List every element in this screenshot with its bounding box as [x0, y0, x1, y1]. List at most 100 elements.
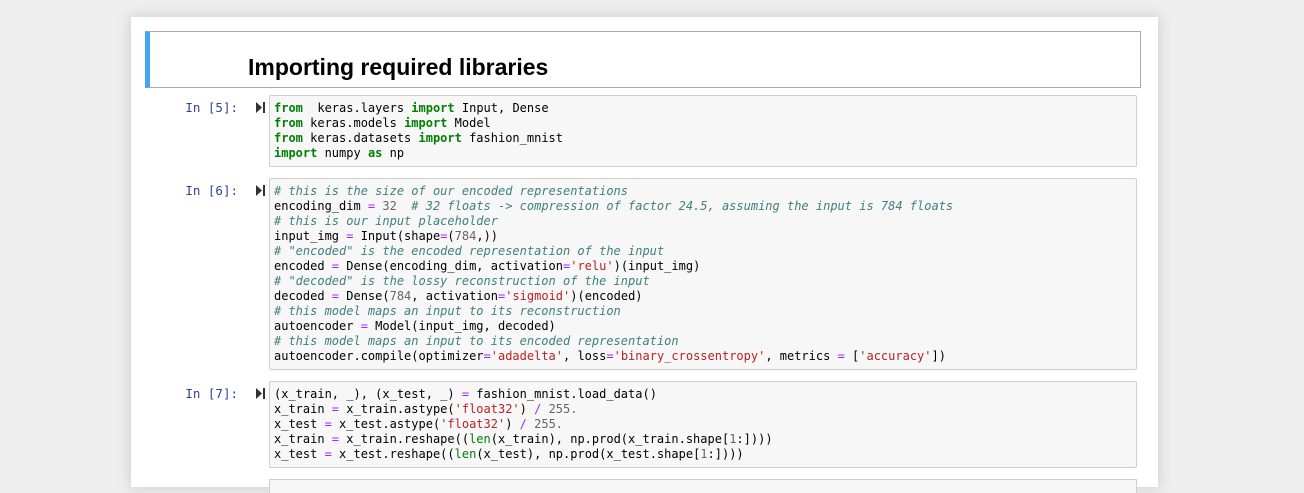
- code-input-area[interactable]: from keras.layers import Input, Dense fro…: [269, 95, 1137, 167]
- code-token: np: [382, 146, 405, 160]
- code-token: keras.models: [302, 116, 405, 130]
- code-token: len: [454, 447, 477, 461]
- run-cell-icon[interactable]: [255, 388, 265, 399]
- code-line: # this model maps an input to its encode…: [274, 334, 1132, 349]
- next-code-cell[interactable]: [269, 479, 1137, 493]
- code-token: )(encoded): [570, 289, 643, 303]
- code-token: (x_test), np.prod(x_test.shape[: [476, 447, 701, 461]
- code-token: =: [837, 349, 845, 363]
- code-input-area[interactable]: (x_train, _), (x_test, _) = fashion_mnis…: [269, 381, 1137, 468]
- code-token: x_train.astype(: [339, 402, 455, 416]
- code-token: # this is the size of our encoded repres…: [274, 184, 629, 198]
- code-token: :]))): [707, 447, 744, 461]
- code-token: Model(input_img, decoded): [367, 319, 556, 333]
- code-token: (: [447, 229, 455, 243]
- code-token: autoencoder.compile(optimizer: [274, 349, 484, 363]
- code-line: # "decoded" is the lossy reconstruction …: [274, 274, 1132, 289]
- code-token: ]): [931, 349, 946, 363]
- code-token: # "encoded" is the encoded representatio…: [274, 244, 665, 258]
- code-token: import: [411, 101, 455, 115]
- code-token: /: [519, 417, 527, 431]
- code-token: =: [483, 349, 491, 363]
- code-token: Model: [447, 116, 491, 130]
- code-token: 1: [700, 447, 708, 461]
- code-input-area[interactable]: # this is the size of our encoded repres…: [269, 178, 1137, 370]
- code-token: keras.layers: [302, 101, 412, 115]
- run-cell-icon[interactable]: [255, 102, 265, 113]
- code-token: import: [418, 131, 462, 145]
- code-token: 'accuracy': [859, 349, 932, 363]
- code-token: from: [274, 116, 303, 130]
- code-token: encoding_dim: [274, 199, 368, 213]
- code-token: decoded: [274, 289, 332, 303]
- code-token: 'binary_crossentropy': [613, 349, 766, 363]
- cell-prompt: In [6]:: [185, 183, 238, 198]
- code-line: from keras.datasets import fashion_mnist: [274, 131, 1132, 146]
- code-token: import: [404, 116, 448, 130]
- code-token: keras.datasets: [302, 131, 419, 145]
- code-line: # this is our input placeholder: [274, 214, 1132, 229]
- code-token: =: [324, 447, 332, 461]
- code-token: =: [331, 402, 340, 416]
- code-token: ,)): [476, 229, 499, 243]
- code-token: , loss: [563, 349, 607, 363]
- code-line: encoding_dim = 32 # 32 floats -> compres…: [274, 199, 1132, 214]
- code-line: input_img = Input(shape=(784,)): [274, 229, 1132, 244]
- notebook-container: Importing required libraries In [5]: fro…: [131, 17, 1158, 493]
- code-token: (x_train), np.prod(x_train.shape[: [490, 432, 730, 446]
- code-line: # this is the size of our encoded repres…: [274, 184, 1132, 199]
- code-token: [: [844, 349, 860, 363]
- code-token: from: [274, 101, 303, 115]
- code-token: :]))): [736, 432, 773, 446]
- code-token: # 32 floats -> compression of factor 24.…: [411, 199, 954, 213]
- code-token: # this model maps an input to its recons…: [274, 304, 621, 318]
- code-token: # "decoded" is the lossy reconstruction …: [274, 274, 650, 288]
- code-line: encoded = Dense(encoding_dim, activation…: [274, 259, 1132, 274]
- code-token: Input(shape: [353, 229, 441, 243]
- code-token: 255.: [526, 417, 564, 431]
- code-line: x_test = x_test.astype('float32') / 255.: [274, 417, 1132, 432]
- code-token: 255.: [541, 402, 578, 416]
- code-line: autoencoder = Model(input_img, decoded): [274, 319, 1132, 334]
- code-token: autoencoder: [274, 319, 361, 333]
- code-token: len: [469, 432, 491, 446]
- code-token: 'float32': [440, 417, 506, 431]
- code-token: x_test.reshape((: [331, 447, 455, 461]
- code-token: , metrics: [765, 349, 838, 363]
- code-line: # this model maps an input to its recons…: [274, 304, 1132, 319]
- code-token: x_train: [274, 432, 332, 446]
- code-token: fashion_mnist.load_data(): [469, 387, 657, 401]
- code-token: =: [360, 319, 368, 333]
- code-line: # "encoded" is the encoded representatio…: [274, 244, 1132, 259]
- code-line: import numpy as np: [274, 146, 1132, 161]
- code-token: 'sigmoid': [505, 289, 571, 303]
- code-token: , activation: [411, 289, 498, 303]
- code-token: x_train.reshape((: [339, 432, 470, 446]
- code-line: x_test = x_test.reshape((len(x_test), np…: [274, 447, 1132, 462]
- code-token: 'adadelta': [490, 349, 563, 363]
- code-token: ): [505, 417, 520, 431]
- code-token: (x_train, _), (x_test, _): [274, 387, 462, 401]
- code-token: 784: [454, 229, 477, 243]
- code-token: # this model maps an input to its encode…: [274, 334, 679, 348]
- markdown-cell[interactable]: Importing required libraries: [145, 31, 1141, 88]
- code-token: import: [274, 146, 318, 160]
- code-token: encoded: [274, 259, 332, 273]
- code-token: 'relu': [570, 259, 614, 273]
- cell-prompt: In [5]:: [185, 100, 238, 115]
- code-token: # this is our input placeholder: [274, 214, 498, 228]
- code-line: from keras.layers import Input, Dense: [274, 101, 1132, 116]
- code-token: x_test.astype(: [331, 417, 441, 431]
- cell-prompt: In [7]:: [185, 386, 238, 401]
- code-token: =: [606, 349, 614, 363]
- code-token: Dense(: [339, 289, 390, 303]
- code-token: input_img: [274, 229, 347, 243]
- code-line: x_train = x_train.astype('float32') / 25…: [274, 402, 1132, 417]
- code-token: from: [274, 131, 303, 145]
- code-token: ): [519, 402, 535, 416]
- code-token: =: [331, 289, 340, 303]
- run-cell-icon[interactable]: [255, 185, 265, 196]
- code-token: x_test: [274, 417, 325, 431]
- code-line: x_train = x_train.reshape((len(x_train),…: [274, 432, 1132, 447]
- code-token: =: [324, 417, 332, 431]
